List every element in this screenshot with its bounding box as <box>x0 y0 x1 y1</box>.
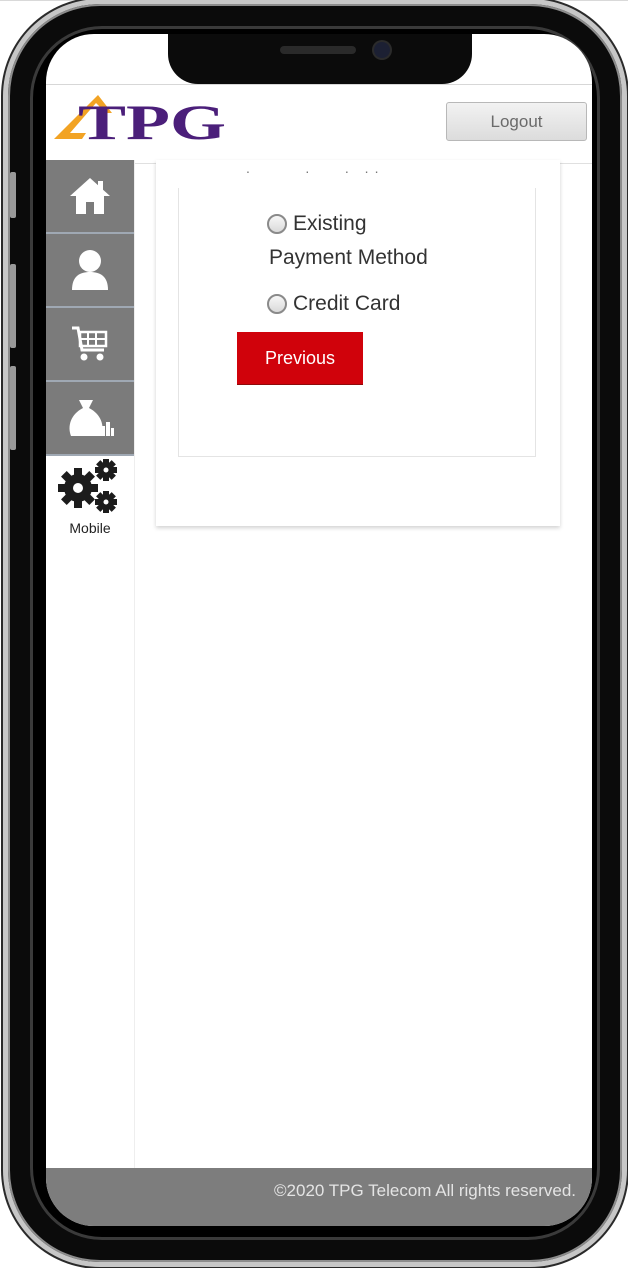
cart-icon <box>72 326 108 361</box>
nav-item-billing[interactable] <box>46 382 134 456</box>
tpg-logo[interactable]: TPG <box>52 93 228 150</box>
radio-existing-payment[interactable] <box>267 214 287 234</box>
radio-credit-card[interactable] <box>267 294 287 314</box>
previous-button[interactable]: Previous <box>237 332 363 385</box>
option-existing-label: Existing <box>293 212 367 235</box>
option-existing-label-line2: Payment Method <box>269 246 428 269</box>
gears-icon <box>58 459 117 513</box>
nav-label-mobile: Mobile <box>69 520 111 536</box>
logo-text: TPG <box>78 94 226 145</box>
left-sidebar: Mobile <box>46 160 135 1172</box>
footer: ©2020 TPG Telecom All rights reserved. <box>46 1168 592 1226</box>
phone-camera <box>374 42 390 58</box>
background-divider <box>0 0 628 1</box>
money-bag-icon <box>69 400 114 436</box>
app-header: TPG Logout <box>46 84 592 164</box>
clipped-heading-fragment: . . . .. <box>246 160 385 176</box>
option-credit-card-label: Credit Card <box>293 292 401 315</box>
phone-volume-down <box>10 366 16 450</box>
phone-notch <box>168 34 472 84</box>
nav-item-mobile[interactable]: Mobile <box>46 456 134 546</box>
phone-volume-up <box>10 264 16 348</box>
payment-option-credit-card[interactable]: Credit Card <box>267 292 400 316</box>
phone-speaker <box>280 46 356 54</box>
home-icon <box>70 178 110 214</box>
phone-screen: TPG Logout Mobile . . . .. Existing Paym… <box>46 34 592 1226</box>
nav-item-home[interactable] <box>46 160 134 234</box>
nav-item-shop[interactable] <box>46 308 134 382</box>
user-icon <box>72 250 108 290</box>
payment-option-existing[interactable]: Existing <box>267 212 367 236</box>
nav-item-account[interactable] <box>46 234 134 308</box>
payment-options-panel: Existing Payment Method Credit Card Prev… <box>178 188 536 457</box>
copyright-text: ©2020 TPG Telecom All rights reserved. <box>274 1181 576 1200</box>
logout-button[interactable]: Logout <box>446 102 587 141</box>
payment-card: . . . .. Existing Payment Method Credit … <box>156 160 560 526</box>
phone-mute-switch <box>10 172 16 218</box>
